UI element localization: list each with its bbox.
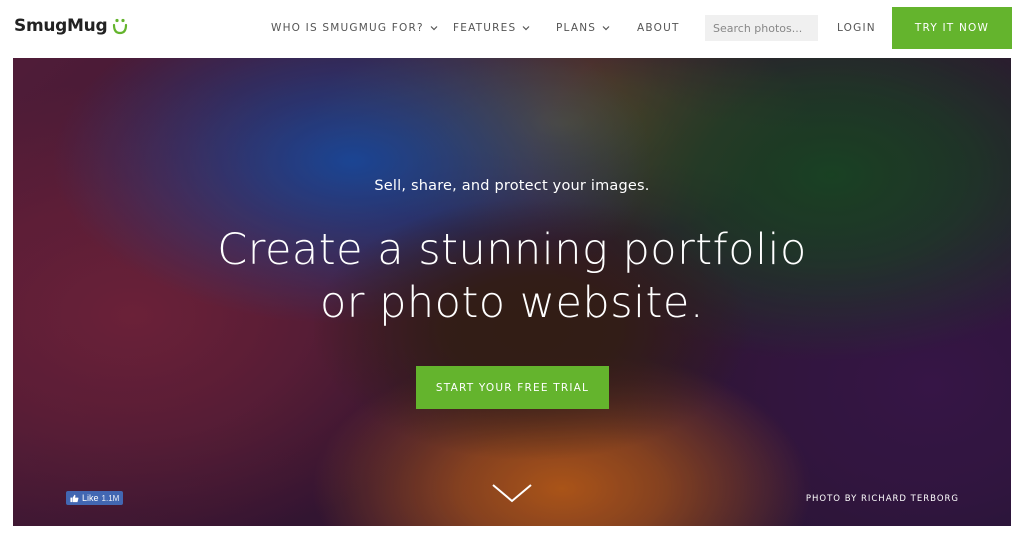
facebook-like-label: Like bbox=[82, 493, 99, 503]
thumbs-up-icon bbox=[70, 494, 79, 502]
headline-line-2: or photo website. bbox=[319, 278, 705, 328]
smugmug-logo[interactable]: SmugMug bbox=[14, 16, 129, 36]
chevron-down-icon bbox=[602, 26, 610, 31]
hero-banner: Sell, share, and protect your images. Cr… bbox=[13, 58, 1011, 526]
chevron-down-icon bbox=[430, 26, 438, 31]
chevron-down-icon bbox=[522, 26, 530, 31]
login-link[interactable]: LOGIN bbox=[837, 0, 876, 56]
smiley-logo-icon bbox=[113, 18, 128, 35]
facebook-like-button[interactable]: Like 1.1M bbox=[66, 491, 124, 505]
nav-label: PLANS bbox=[556, 22, 597, 34]
start-free-trial-button[interactable]: START YOUR FREE TRIAL bbox=[416, 366, 609, 409]
nav-label: ABOUT bbox=[637, 22, 680, 34]
nav-who-is-smugmug-for[interactable]: WHO IS SMUGMUG FOR? bbox=[271, 0, 439, 56]
headline-line-1: Create a stunning portfolio bbox=[217, 225, 807, 275]
scroll-down-chevron-icon[interactable] bbox=[491, 482, 533, 504]
nav-features[interactable]: FEATURES bbox=[453, 0, 531, 56]
nav-about[interactable]: ABOUT bbox=[637, 0, 680, 56]
try-it-now-button[interactable]: TRY IT NOW bbox=[892, 7, 1012, 49]
site-header: SmugMug WHO IS SMUGMUG FOR? FEATURES PLA… bbox=[0, 0, 1024, 56]
search-input[interactable] bbox=[705, 15, 818, 41]
facebook-like-count: 1.1M bbox=[101, 493, 120, 503]
logo-text: SmugMug bbox=[14, 16, 108, 36]
photo-credit: PHOTO BY RICHARD TERBORG bbox=[805, 494, 959, 504]
hero-headline: Create a stunning portfolio or photo web… bbox=[13, 224, 1011, 330]
nav-label: WHO IS SMUGMUG FOR? bbox=[271, 22, 424, 34]
login-label: LOGIN bbox=[837, 22, 876, 34]
hero-subtitle: Sell, share, and protect your images. bbox=[374, 178, 650, 194]
nav-plans[interactable]: PLANS bbox=[556, 0, 611, 56]
nav-label: FEATURES bbox=[453, 22, 517, 34]
